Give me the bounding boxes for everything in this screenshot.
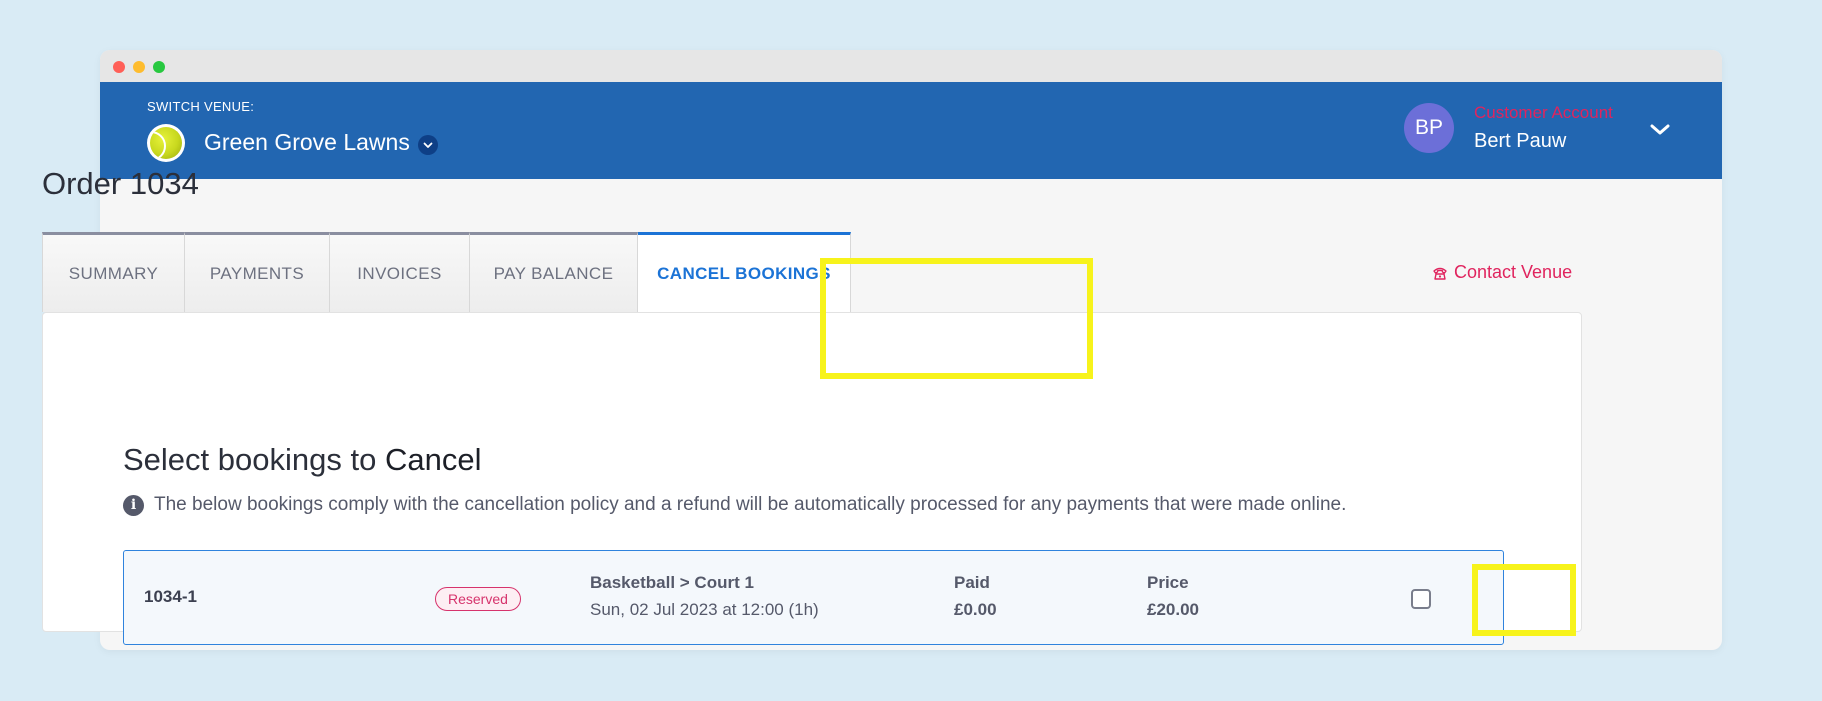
booking-row[interactable]: 1034-1 Reserved Basketball > Court 1 Sun… (123, 550, 1504, 645)
policy-text: The below bookings comply with the cance… (154, 494, 1347, 515)
info-icon: i (123, 494, 144, 516)
contact-venue-link[interactable]: Contact Venue (1432, 262, 1572, 283)
booking-id: 1034-1 (144, 587, 197, 606)
order-tabs: SUMMARY PAYMENTS INVOICES PAY BALANCE CA… (42, 232, 851, 312)
switch-venue-label: SWITCH VENUE: (147, 99, 255, 114)
booking-datetime: Sun, 02 Jul 2023 at 12:00 (1h) (590, 600, 819, 619)
account-type-label: Customer Account (1474, 103, 1613, 122)
minimize-window-button[interactable] (133, 61, 145, 73)
contact-venue-label: Contact Venue (1454, 262, 1573, 282)
tab-invoices[interactable]: INVOICES (330, 232, 470, 312)
account-name[interactable]: Bert Pauw (1474, 130, 1566, 153)
window-titlebar (100, 50, 1722, 82)
venue-dropdown-chevron-icon[interactable] (418, 135, 438, 155)
venue-logo-icon (147, 124, 185, 162)
select-bookings-heading: Select bookings to Cancel (123, 442, 481, 478)
venue-name[interactable]: Green Grove Lawns (204, 129, 410, 156)
price-value: £20.00 (1147, 600, 1199, 619)
paid-value: £0.00 (954, 600, 997, 619)
booking-activity: Basketball > Court 1 (590, 573, 754, 592)
avatar[interactable]: BP (1404, 103, 1454, 153)
price-label: Price (1147, 573, 1189, 592)
heading-prefix: Select bookings to (123, 442, 377, 477)
tab-summary[interactable]: SUMMARY (42, 232, 185, 312)
app-header: SWITCH VENUE: Green Grove Lawns BP Custo… (100, 82, 1722, 179)
status-badge: Reserved (435, 587, 521, 611)
phone-icon (1433, 267, 1447, 280)
tab-payments[interactable]: PAYMENTS (185, 232, 330, 312)
booking-select-checkbox[interactable] (1411, 589, 1431, 609)
paid-label: Paid (954, 573, 990, 592)
page-title: Order 1034 (42, 166, 199, 201)
tab-cancel-bookings[interactable]: CANCEL BOOKINGS (638, 232, 851, 312)
close-window-button[interactable] (113, 61, 125, 73)
heading-emphasis: Cancel (384, 442, 482, 477)
maximize-window-button[interactable] (153, 61, 165, 73)
account-menu-chevron-icon[interactable] (1648, 120, 1672, 140)
tab-pay-balance[interactable]: PAY BALANCE (470, 232, 638, 312)
cancellation-policy-note: i The below bookings comply with the can… (123, 494, 1346, 516)
